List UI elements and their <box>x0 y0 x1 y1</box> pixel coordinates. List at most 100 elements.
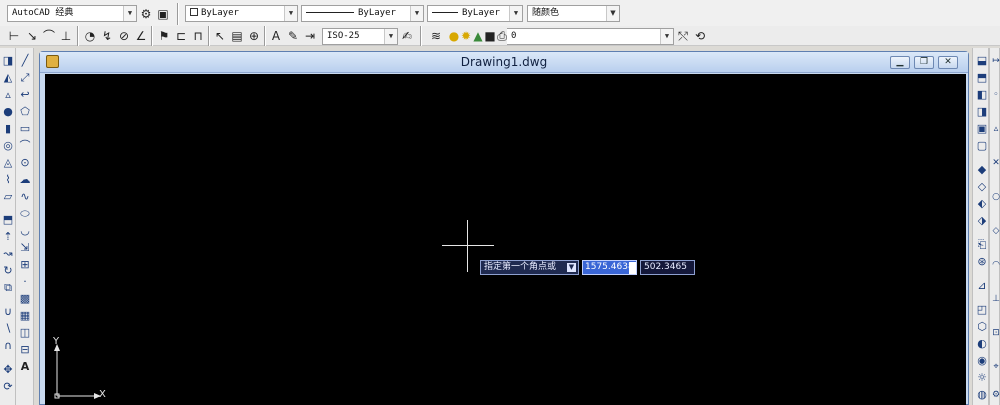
right-view-icon[interactable]: ◨ <box>975 105 989 119</box>
tolerance-icon[interactable]: ▤ <box>229 28 245 44</box>
leader-icon[interactable]: ↖ <box>212 28 228 44</box>
jogged-dimension-icon[interactable]: ↯ <box>99 28 115 44</box>
make-layer-current-icon[interactable]: ⤲ <box>675 28 691 44</box>
minimize-button[interactable]: ▁ <box>890 56 910 69</box>
ne-iso-icon[interactable]: ⬖ <box>975 197 989 211</box>
aligned-dimension-icon[interactable]: ↘ <box>24 28 40 44</box>
linetype-select[interactable]: ByLayer ▼ <box>301 5 424 22</box>
sw-iso-icon[interactable]: ◆ <box>975 163 989 177</box>
ellipse-icon[interactable]: ⬭ <box>18 207 32 221</box>
close-button[interactable]: ✕ <box>938 56 958 69</box>
front-view-icon[interactable]: ▣ <box>975 122 989 136</box>
cone-icon[interactable]: ▵ <box>1 88 15 102</box>
cylinder-icon[interactable]: ▮ <box>1 122 15 136</box>
make-block-icon[interactable]: ⊞ <box>18 258 32 272</box>
drawing-title-bar[interactable]: Drawing1.dwg ▁ ❐ ✕ <box>40 52 968 73</box>
ellipse-arc-icon[interactable]: ◡ <box>18 224 32 238</box>
center-mark-icon[interactable]: ⊕ <box>246 28 262 44</box>
region-icon[interactable]: ◫ <box>18 326 32 340</box>
linear-dimension-icon[interactable]: ⊢ <box>6 28 22 44</box>
subtract-icon[interactable]: ∖ <box>1 322 15 336</box>
pyramid-icon[interactable]: ◬ <box>1 156 15 170</box>
snap-endpoint-icon[interactable]: ◦ <box>989 88 1000 102</box>
continue-dimension-icon[interactable]: ⊓ <box>190 28 206 44</box>
dimension-text-edit-icon[interactable]: ✎ <box>285 28 301 44</box>
dimension-style-icon[interactable]: ✍ <box>399 28 415 44</box>
torus-icon[interactable]: ◎ <box>1 139 15 153</box>
union-icon[interactable]: ∪ <box>1 305 15 319</box>
baseline-dimension-icon[interactable]: ⊏ <box>173 28 189 44</box>
workspace-settings-icon[interactable]: ⚙ <box>138 6 154 22</box>
loft-icon[interactable]: ⧉ <box>1 281 15 295</box>
nw-iso-icon[interactable]: ⬗ <box>975 214 989 228</box>
insert-block-icon[interactable]: ⇲ <box>18 241 32 255</box>
presspull-icon[interactable]: ⇡ <box>1 230 15 244</box>
polyline-icon[interactable]: ↩ <box>18 88 32 102</box>
wedge-icon[interactable]: ◭ <box>1 71 15 85</box>
revolve-icon[interactable]: ↻ <box>1 264 15 278</box>
arc-length-icon[interactable]: ⌒ <box>41 28 57 44</box>
dimension-edit-icon[interactable]: A <box>268 28 284 44</box>
dynamic-y-input[interactable]: 502.3465 <box>640 260 695 275</box>
lineweight-select[interactable]: ByLayer ▼ <box>427 5 523 22</box>
ordinate-dimension-icon[interactable]: ⊥ <box>58 28 74 44</box>
helix-icon[interactable]: ⌇ <box>1 173 15 187</box>
circle-icon[interactable]: ⊙ <box>18 156 32 170</box>
color-select[interactable]: ByLayer ▼ <box>185 5 298 22</box>
radius-dimension-icon[interactable]: ◔ <box>82 28 98 44</box>
revision-cloud-icon[interactable]: ☁ <box>18 173 32 187</box>
snap-nearest-icon[interactable]: ⌖ <box>989 360 1000 374</box>
quick-dimension-icon[interactable]: ⚑ <box>156 28 172 44</box>
rectangle-icon[interactable]: ▭ <box>18 122 32 136</box>
line-icon[interactable]: ╱ <box>18 54 32 68</box>
planar-surface-icon[interactable]: ▱ <box>1 190 15 204</box>
snap-settings-icon[interactable]: ⚙ <box>989 388 1000 402</box>
3d-box-icon[interactable]: ◨ <box>1 54 15 68</box>
table-icon[interactable]: ⊟ <box>18 343 32 357</box>
snap-quadrant-icon[interactable]: ◇ <box>989 224 1000 238</box>
back-view-icon[interactable]: ▢ <box>975 139 989 153</box>
dynamic-x-input[interactable]: 1575.4638 <box>582 260 637 275</box>
intersect-icon[interactable]: ∩ <box>1 339 15 353</box>
named-views-icon[interactable]: ⊛ <box>975 255 989 269</box>
snap-intersection-icon[interactable]: ✕ <box>989 156 1000 170</box>
conceptual-style-icon[interactable]: ◉ <box>975 354 989 368</box>
sphere-icon[interactable]: ● <box>1 105 15 119</box>
realistic-style-icon[interactable]: ◐ <box>975 337 989 351</box>
snap-tangent-icon[interactable]: ◠ <box>989 258 1000 272</box>
construction-line-icon[interactable]: ⤢ <box>18 71 32 85</box>
3d-move-icon[interactable]: ✥ <box>1 363 15 377</box>
layer-properties-icon[interactable]: ≋ <box>428 28 444 44</box>
temp-track-icon[interactable]: ↦ <box>989 54 1000 68</box>
layer-select[interactable]: 0 ▼ <box>507 28 674 45</box>
arc-icon[interactable]: ⌒ <box>18 139 32 153</box>
3d-rotate-icon[interactable]: ⟳ <box>1 380 15 394</box>
snap-perpendicular-icon[interactable]: ⊥ <box>989 292 1000 306</box>
ucs-icon[interactable]: ⊿ <box>975 279 989 293</box>
extrude-icon[interactable]: ⬒ <box>1 213 15 227</box>
drawing-icon[interactable] <box>46 55 59 68</box>
camera-icon[interactable]: ⎗ <box>975 238 989 252</box>
restore-button[interactable]: ❐ <box>914 56 934 69</box>
visual-styles-icon[interactable]: ⬡ <box>975 320 989 334</box>
top-view-icon[interactable]: ⬓ <box>975 54 989 68</box>
3d-orbit-icon[interactable]: ◰ <box>975 303 989 317</box>
multiline-text-icon[interactable]: A <box>18 360 32 374</box>
workspace-select[interactable]: AutoCAD 经典 ▼ <box>7 5 137 22</box>
dropdown-arrow-icon[interactable]: ▼ <box>567 263 576 272</box>
snap-insert-icon[interactable]: ⊡ <box>989 326 1000 340</box>
bottom-view-icon[interactable]: ⬒ <box>975 71 989 85</box>
layer-previous-icon[interactable]: ⟲ <box>692 28 708 44</box>
gradient-icon[interactable]: ▦ <box>18 309 32 323</box>
left-view-icon[interactable]: ◧ <box>975 88 989 102</box>
dimstyle-select[interactable]: ISO-25 ▼ <box>322 28 398 45</box>
snap-midpoint-icon[interactable]: ▵ <box>989 122 1000 136</box>
se-iso-icon[interactable]: ◇ <box>975 180 989 194</box>
materials-icon[interactable]: ◍ <box>975 388 989 402</box>
dimension-update-icon[interactable]: ⇥ <box>302 28 318 44</box>
angular-dimension-icon[interactable]: ∠ <box>133 28 149 44</box>
plotstyle-select[interactable]: 随颜色 ▼ <box>527 5 620 22</box>
diameter-dimension-icon[interactable]: ⊘ <box>116 28 132 44</box>
model-space-canvas[interactable]: 指定第一个角点或 ▼ 1575.4638 502.3465 Y X <box>45 74 966 405</box>
hatch-icon[interactable]: ▩ <box>18 292 32 306</box>
